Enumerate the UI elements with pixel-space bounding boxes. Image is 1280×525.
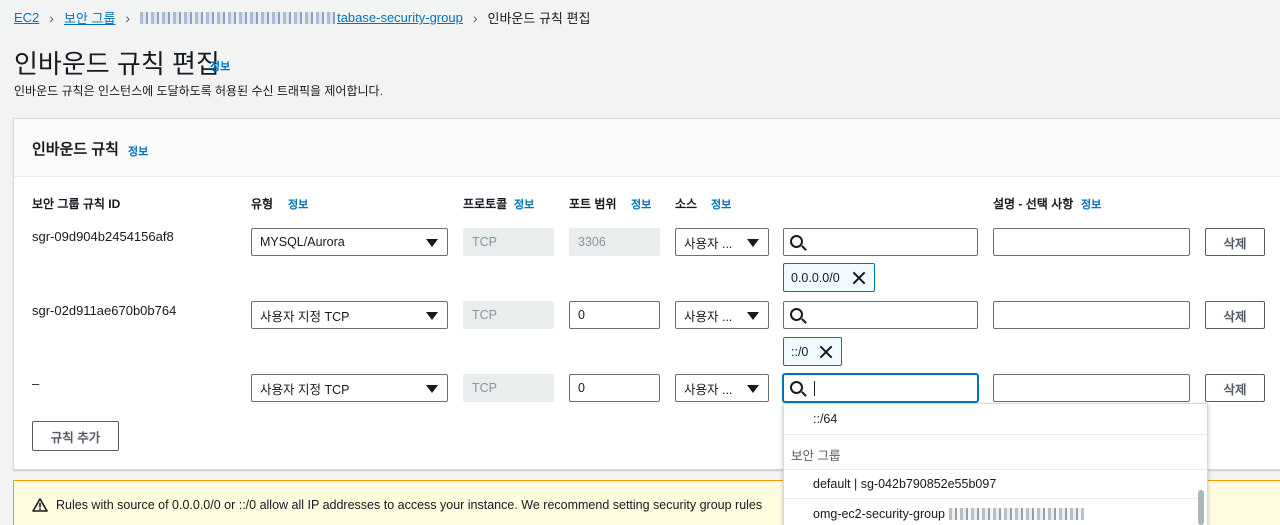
type-select[interactable]: 사용자 지정 TCP	[251, 301, 448, 329]
search-icon	[790, 308, 803, 321]
dropdown-option[interactable]: default | sg-042b790852e55b097	[784, 470, 1207, 498]
type-info-link[interactable]: 정보	[288, 196, 308, 212]
token-label: 0.0.0.0/0	[791, 270, 840, 285]
col-port-range: 포트 범위	[569, 197, 617, 211]
source-type-value: 사용자 ...	[684, 382, 733, 397]
rule-id: sgr-02d911ae670b0b764	[32, 303, 177, 318]
token-label: ::/0	[791, 344, 809, 359]
dropdown-option[interactable]: omg-ec2-security-group	[784, 498, 1207, 525]
dropdown-scrollbar[interactable]	[1198, 490, 1204, 525]
caret-down-icon	[426, 312, 438, 320]
col-source: 소스	[675, 197, 698, 211]
dropdown-option[interactable]: ::/64	[784, 404, 1207, 435]
caret-down-icon	[747, 239, 759, 247]
source-type-value: 사용자 ...	[684, 236, 733, 251]
description-input[interactable]	[993, 228, 1190, 256]
source-search-input[interactable]	[783, 301, 978, 329]
source-dropdown: ::/64 보안 그룹 default | sg-042b790852e55b0…	[783, 403, 1208, 525]
chevron-right-icon: ›	[125, 9, 131, 26]
group-header-label: 보안 그룹	[791, 449, 841, 463]
description-input[interactable]	[993, 301, 1190, 329]
delete-button[interactable]: 삭제	[1205, 228, 1265, 256]
delete-button[interactable]: 삭제	[1205, 301, 1265, 329]
source-type-select[interactable]: 사용자 ...	[675, 374, 769, 402]
protocol-field: TCP	[463, 301, 554, 329]
chevron-right-icon: ›	[49, 9, 54, 26]
delete-button[interactable]: 삭제	[1205, 374, 1265, 402]
page-info-link[interactable]: 정보	[210, 58, 230, 74]
rule-id: –	[32, 376, 40, 391]
close-icon[interactable]	[819, 345, 833, 359]
caret-down-icon	[747, 312, 759, 320]
type-select[interactable]: 사용자 지정 TCP	[251, 374, 448, 402]
source-type-select[interactable]: 사용자 ...	[675, 228, 769, 256]
source-type-value: 사용자 ...	[684, 309, 733, 324]
protocol-info-link[interactable]: 정보	[514, 196, 534, 212]
breadcrumb-security-group-link[interactable]: tabase-security-group	[337, 10, 463, 25]
port-range-input[interactable]: 0	[569, 301, 660, 329]
breadcrumb: EC2 › 보안 그룹 › tabase-security-group › 인바…	[14, 8, 590, 27]
text-cursor	[814, 381, 815, 396]
source-info-link[interactable]: 정보	[711, 196, 731, 212]
option-label: default | sg-042b790852e55b097	[813, 477, 997, 491]
protocol-field: TCP	[463, 374, 554, 402]
search-icon	[790, 381, 803, 394]
description-info-link[interactable]: 정보	[1081, 196, 1101, 212]
caret-down-icon	[747, 385, 759, 393]
port-info-link[interactable]: 정보	[631, 196, 651, 212]
breadcrumb-ec2-link[interactable]: EC2	[14, 10, 39, 25]
port-range-input[interactable]: 0	[569, 374, 660, 402]
panel-info-link[interactable]: 정보	[128, 143, 148, 159]
source-token: ::/0	[783, 337, 842, 366]
redacted-text	[949, 508, 1084, 520]
search-icon	[790, 235, 803, 248]
chevron-right-icon: ›	[472, 9, 478, 26]
panel-header	[14, 119, 1280, 177]
rule-id: sgr-09d904b2454156af8	[32, 229, 174, 244]
protocol-field: TCP	[463, 228, 554, 256]
col-rule-id: 보안 그룹 규칙 ID	[32, 197, 121, 211]
caret-down-icon	[426, 385, 438, 393]
option-label: omg-ec2-security-group	[813, 507, 945, 521]
caret-down-icon	[426, 239, 438, 247]
col-description: 설명 - 선택 사항	[993, 197, 1074, 211]
type-select[interactable]: MYSQL/Aurora	[251, 228, 448, 256]
col-type: 유형	[251, 197, 274, 211]
source-token: 0.0.0.0/0	[783, 263, 875, 292]
option-label: ::/64	[813, 412, 838, 426]
source-type-select[interactable]: 사용자 ...	[675, 301, 769, 329]
panel-title: 인바운드 규칙	[32, 141, 119, 158]
breadcrumb-security-groups-link[interactable]: 보안 그룹	[64, 8, 115, 27]
breadcrumb-current: 인바운드 규칙 편집	[487, 11, 591, 26]
source-search-input[interactable]	[783, 374, 978, 402]
col-protocol: 프로토콜	[463, 197, 508, 211]
warning-text: Rules with source of 0.0.0.0/0 or ::/0 a…	[56, 498, 763, 512]
type-value: MYSQL/Aurora	[260, 235, 345, 249]
dropdown-group-header: 보안 그룹	[784, 435, 1207, 470]
port-range-field: 3306	[569, 228, 660, 256]
description-input[interactable]	[993, 374, 1190, 402]
add-rule-button[interactable]: 규칙 추가	[32, 421, 119, 451]
warning-icon	[32, 498, 48, 512]
page-title: 인바운드 규칙 편집	[14, 49, 220, 79]
close-icon[interactable]	[852, 271, 866, 285]
source-search-input[interactable]	[783, 228, 978, 256]
type-value: 사용자 지정 TCP	[260, 382, 350, 397]
page-description: 인바운드 규칙은 인스턴스에 도달하도록 허용된 수신 트래픽을 제어합니다.	[14, 84, 383, 98]
type-value: 사용자 지정 TCP	[260, 309, 350, 324]
redacted-text	[140, 11, 336, 24]
